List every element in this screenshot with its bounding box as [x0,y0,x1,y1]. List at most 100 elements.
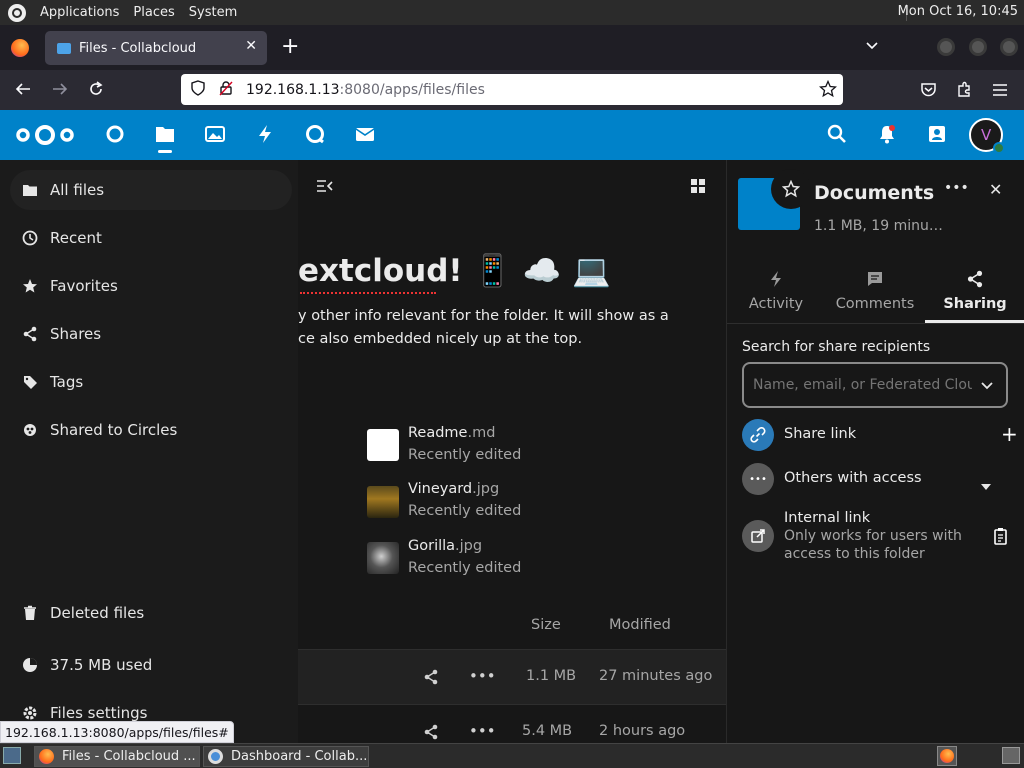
grid-view-icon[interactable] [690,178,706,198]
column-size[interactable]: Size [531,617,561,633]
taskbar-item-files[interactable]: Files - Collabcloud ... [34,746,200,767]
details-sidebar: Documents 1.1 MB, 19 minu… ••• ✕ Activit… [726,160,1024,743]
tab-files-collabcloud[interactable]: Files - Collabcloud ✕ [45,31,267,65]
back-arrow-icon[interactable] [14,80,32,102]
sidebar-more-icon[interactable]: ••• [944,180,969,196]
more-actions-icon[interactable]: ••• [469,667,496,685]
link-icon [742,419,774,451]
spellcheck-underline [300,291,436,294]
folder-icon [57,42,71,54]
nav-tags[interactable]: Tags [10,362,292,402]
share-link-row[interactable]: Share link + [742,419,1022,453]
pie-chart-icon [10,657,50,673]
chevron-down-icon[interactable] [980,378,994,397]
bookmark-star-icon[interactable] [818,79,838,102]
system-menu[interactable]: System [189,5,237,20]
ubuntu-logo-icon[interactable] [8,3,26,22]
insecure-connection-icon[interactable] [218,80,234,100]
recent-item[interactable]: Vineyard.jpg Recently edited [366,481,566,525]
share-icon[interactable] [423,669,439,689]
browser-tab-strip: Files - Collabcloud ✕ + [0,25,1024,70]
recent-item[interactable]: Readme.md Recently edited [366,425,566,469]
clock[interactable]: Mon Oct 16, 10:45 [898,4,1018,19]
nav-shared-to-circles[interactable]: Shared to Circles [10,410,292,450]
search-icon[interactable] [826,123,850,147]
nav-all-files[interactable]: All files [10,170,292,210]
tab-comments[interactable]: Comments [825,263,925,323]
tag-icon [10,374,50,390]
online-status-icon [993,142,1005,154]
add-share-link-icon[interactable]: + [1001,422,1018,446]
system-taskbar: Files - Collabcloud ... Dashboard - Coll… [0,743,1024,768]
talk-app-icon[interactable] [304,123,328,147]
nav-deleted-files[interactable]: Deleted files [10,593,292,633]
list-tabs-chevron-icon[interactable] [864,37,880,57]
minimize-window-icon[interactable] [937,38,955,56]
image-thumbnail [367,542,399,574]
pocket-icon[interactable] [920,81,937,102]
sidebar-title: Documents [814,182,935,204]
share-recipient-input[interactable] [742,362,1008,408]
mail-app-icon[interactable] [354,123,378,147]
files-navigation: All files Recent Favorites Shares Tags S… [0,160,298,743]
places-menu[interactable]: Places [133,5,174,20]
files-main-content: extcloud! 📱 ☁️ 💻 y other info relevant f… [298,160,726,743]
dashboard-app-icon[interactable] [104,123,128,147]
nav-favorites[interactable]: Favorites [10,266,292,306]
applications-menu[interactable]: Applications [40,5,119,20]
share-search-input[interactable] [744,364,972,406]
notifications-bell-icon[interactable] [876,123,900,147]
maximize-window-icon[interactable] [969,38,987,56]
table-row[interactable]: ••• 1.1 MB 27 minutes ago [298,649,726,704]
gear-icon [10,704,50,722]
share-icon [10,326,50,342]
show-desktop-icon[interactable] [3,747,21,764]
recent-item[interactable]: Gorilla.jpg Recently edited [366,538,566,582]
taskbar-item-dashboard[interactable]: Dashboard - Collab... [203,746,369,767]
copy-clipboard-icon[interactable] [993,527,1009,549]
workspace-switcher[interactable] [1002,747,1020,764]
chrome-icon [208,749,223,764]
url-host: 192.168.1.13 [246,81,340,98]
image-thumbnail [367,486,399,518]
others-with-access-row[interactable]: ••• Others with access [742,463,1022,497]
files-app-icon[interactable] [154,123,178,153]
forward-arrow-icon[interactable] [51,80,69,102]
caret-down-icon[interactable] [981,475,991,494]
tab-activity[interactable]: Activity [727,263,825,323]
table-row[interactable]: ••• 5.4 MB 2 hours ago [298,704,726,743]
app-menu-icon[interactable] [992,82,1008,101]
extensions-icon[interactable] [956,81,973,102]
nextcloud-logo-icon[interactable] [14,123,76,151]
toggle-navigation-icon[interactable] [316,178,334,198]
reload-icon[interactable] [87,80,105,102]
favorite-star-icon[interactable] [771,169,811,209]
contacts-menu-icon[interactable] [926,123,950,147]
column-modified[interactable]: Modified [609,617,671,633]
url-path: :8080/apps/files/files [339,81,485,98]
close-tab-icon[interactable]: ✕ [245,38,257,54]
close-sidebar-icon[interactable]: ✕ [989,180,1002,199]
folder-icon [10,182,50,198]
internal-link-row[interactable]: Internal link Only works for users with … [742,509,1022,569]
nextcloud-header: V [0,110,1024,160]
new-tab-icon[interactable]: + [281,34,299,59]
firefox-icon[interactable] [11,39,29,57]
firefox-tray-icon[interactable] [937,746,957,766]
more-actions-icon[interactable]: ••• [469,722,496,740]
nav-shares[interactable]: Shares [10,314,292,354]
photos-app-icon[interactable] [204,123,228,147]
tab-sharing[interactable]: Sharing [925,263,1024,323]
user-avatar[interactable]: V [969,118,1005,154]
star-icon [10,278,50,294]
file-thumbnail [367,429,399,461]
lightning-icon [771,271,781,287]
activity-app-icon[interactable] [254,123,278,147]
nav-recent[interactable]: Recent [10,218,292,258]
close-window-icon[interactable] [1000,38,1018,56]
readme-heading: extcloud! 📱 ☁️ 💻 [298,253,611,289]
shield-icon[interactable] [190,79,206,100]
share-icon[interactable] [423,724,439,743]
url-bar[interactable]: 192.168.1.13:8080/apps/files/files [181,74,843,105]
nav-quota[interactable]: 37.5 MB used [10,645,292,685]
